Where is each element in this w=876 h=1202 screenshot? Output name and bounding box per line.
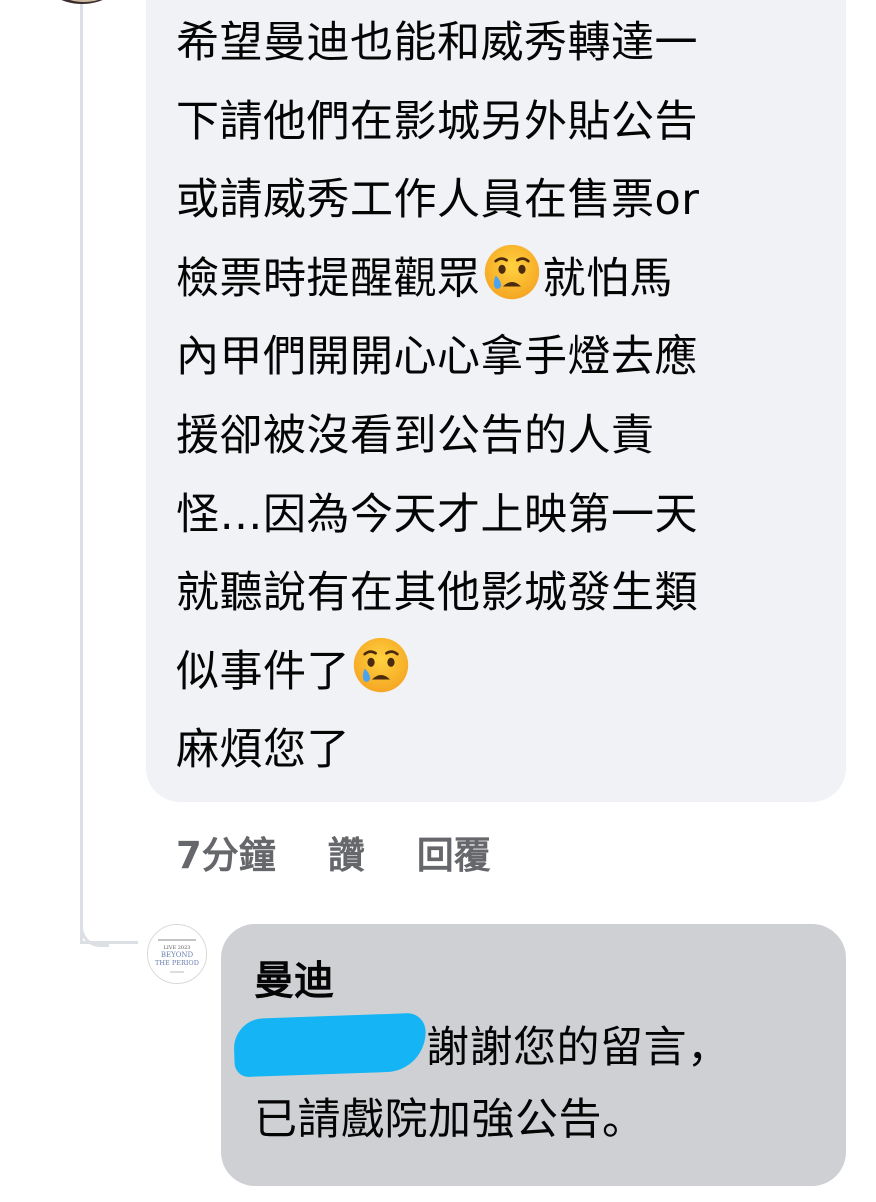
reply-text: 芬謝謝您的留言， 已請戲院加強公告。: [233, 1012, 834, 1156]
reply-button[interactable]: 回覆: [417, 825, 491, 879]
thread-connector-branch: [80, 941, 138, 944]
comment-line: 就聽說有在其他影城發生類: [176, 568, 698, 619]
comment-line: 麻煩您了: [176, 725, 350, 776]
redaction-scribble: [233, 1012, 427, 1078]
comment-line: 或請威秀工作人員在售票or: [176, 175, 700, 226]
comment-line: 援卻被沒看到公告的人責: [176, 410, 655, 461]
comment-timestamp[interactable]: 7分鐘: [176, 825, 276, 879]
comment-line: 怪…因為今天才上映第一天: [176, 489, 698, 540]
reply-author-avatar[interactable]: LIVE 2023 BEYOND THE PERIOD: [147, 924, 207, 984]
avatar-logo-icon: LIVE 2023 BEYOND THE PERIOD: [148, 925, 206, 983]
svg-text:BEYOND: BEYOND: [161, 951, 194, 959]
reply-line: 已請戲院加強公告。: [254, 1095, 646, 1145]
comment-line: 下請他們在影城另外貼公告: [176, 96, 698, 147]
reply-author-name[interactable]: 曼迪: [254, 948, 334, 1006]
reply-line: 芬謝謝您的留言，: [233, 1012, 834, 1084]
thread-connector-line: [80, 0, 83, 944]
comment-line: 希望曼迪也能和威秀轉達一: [176, 18, 698, 68]
svg-text:THE PERIOD: THE PERIOD: [155, 959, 199, 967]
commenter-avatar[interactable]: [42, 0, 122, 4]
crying-face-emoji: [484, 244, 539, 299]
like-button[interactable]: 讚: [328, 825, 365, 879]
comment-line: 檢票時提醒觀眾 就怕馬: [176, 240, 826, 319]
comment-actions: 7分鐘 讚 回覆: [176, 826, 491, 878]
comment-line: 內甲們開開心心拿手燈去應: [176, 332, 698, 383]
comment-text: 希望曼迪也能和威秀轉達一 下請他們在影城另外貼公告 或請威秀工作人員在售票or …: [176, 4, 826, 790]
crying-face-emoji: [353, 637, 409, 692]
mention-tag[interactable]: 芬: [233, 1012, 427, 1078]
comment-line: 似事件了: [176, 633, 826, 712]
